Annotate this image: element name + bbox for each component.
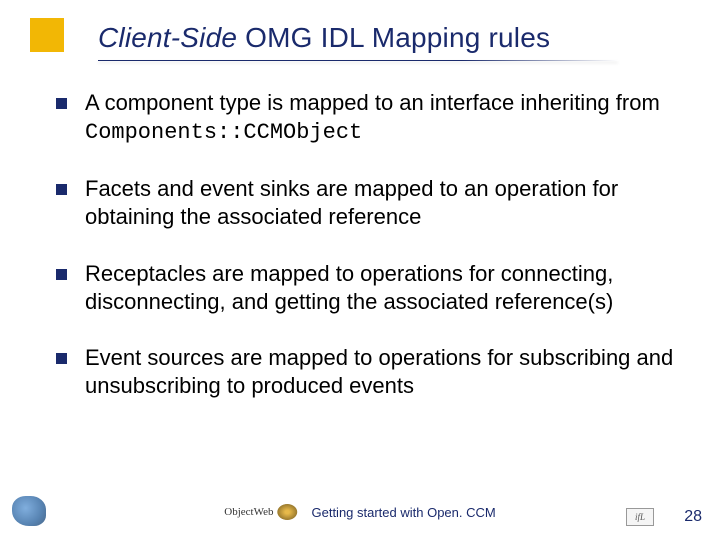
bullet-marker-icon [56,98,67,109]
title-underline [98,60,618,61]
bullet-marker-icon [56,353,67,364]
bullet-text: A component type is mapped to an interfa… [85,89,680,147]
slide: Client-Side OMG IDL Mapping rules A comp… [0,0,720,540]
title-rest: OMG IDL Mapping rules [237,22,550,53]
bullet-marker-icon [56,184,67,195]
objectweb-swirl-icon [277,504,297,520]
accent-square-icon [30,18,64,52]
bullet-item: Receptacles are mapped to operations for… [56,260,680,316]
bullet-item: Facets and event sinks are mapped to an … [56,175,680,231]
content-area: A component type is mapped to an interfa… [0,61,720,400]
bullet-text-code: Components::CCMObject [85,120,362,145]
bullet-text: Event sources are mapped to operations f… [85,344,680,400]
bullet-text-pre: Event sources are mapped to operations f… [85,345,673,398]
footer-caption: Getting started with Open. CCM [311,505,495,520]
title-italic: Client-Side [98,22,237,53]
bullet-text-pre: Receptacles are mapped to operations for… [85,261,613,314]
footer-logo-left-icon [12,496,52,530]
bullet-text: Receptacles are mapped to operations for… [85,260,680,316]
bullet-marker-icon [56,269,67,280]
page-number: 28 [684,508,702,526]
slide-title: Client-Side OMG IDL Mapping rules [98,22,690,54]
bullet-text-pre: Facets and event sinks are mapped to an … [85,176,618,229]
bullet-text-pre: A component type is mapped to an interfa… [85,90,660,115]
footer-center: ObjectWeb Getting started with Open. CCM [224,504,495,520]
bullet-item: Event sources are mapped to operations f… [56,344,680,400]
objectweb-label: ObjectWeb [224,506,273,518]
title-area: Client-Side OMG IDL Mapping rules [0,0,720,61]
footer: ObjectWeb Getting started with Open. CCM… [0,494,720,530]
objectweb-logo-icon: ObjectWeb [224,504,297,520]
footer-small-logo-icon: ifL [626,508,654,526]
bullet-item: A component type is mapped to an interfa… [56,89,680,147]
bullet-text: Facets and event sinks are mapped to an … [85,175,680,231]
footer-small-logo-text: ifL [635,512,645,522]
